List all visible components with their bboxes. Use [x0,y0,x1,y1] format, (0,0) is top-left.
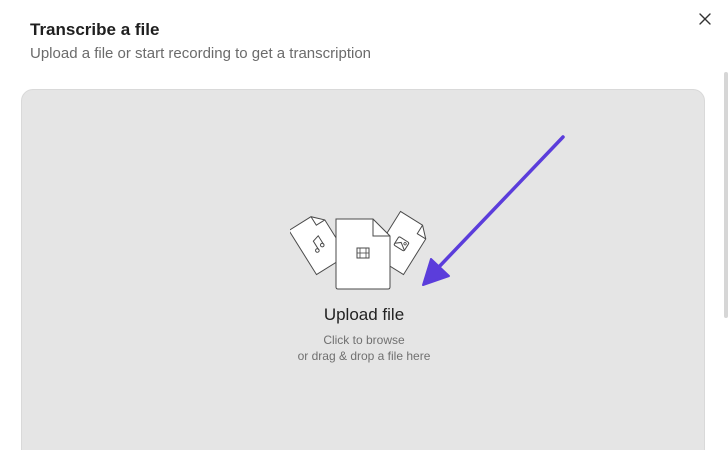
close-icon [699,13,711,25]
dialog-title: Transcribe a file [30,20,160,39]
upload-hint-browse: Click to browse [323,333,405,347]
upload-title: Upload file [323,305,405,324]
dialog-subtitle: Upload a file or start recording to get … [30,45,372,62]
close-button[interactable] [694,8,716,30]
upload-hint-drag: or drag & drop a file here [297,349,431,363]
video-file-icon [335,218,391,290]
transcribe-dialog: Transcribe a file Upload a file or start… [0,0,728,450]
scrollbar[interactable] [724,72,728,318]
file-types-illustration [290,210,427,290]
